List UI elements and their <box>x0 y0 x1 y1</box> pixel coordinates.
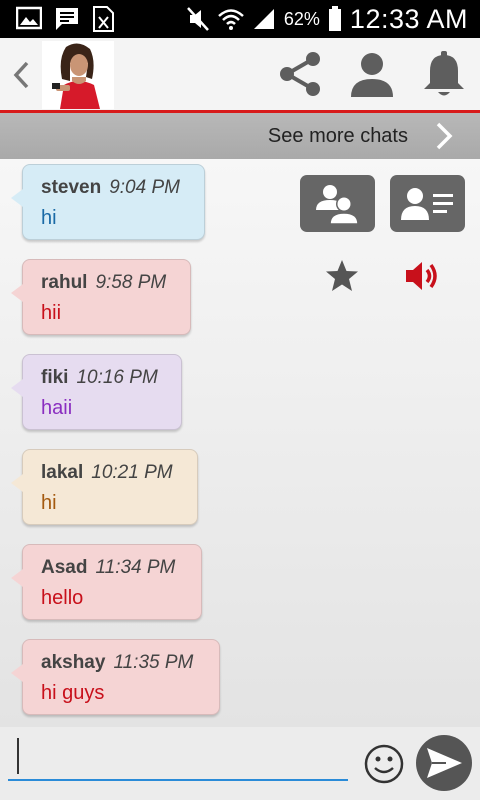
chat-message[interactable]: Asad 11:34 PM hello <box>11 544 202 620</box>
back-button[interactable] <box>8 55 34 95</box>
message-header: akshay 11:35 PM <box>41 652 219 676</box>
text-cursor <box>17 738 19 774</box>
send-button[interactable] <box>416 735 472 791</box>
message-text: hello <box>41 587 84 609</box>
clock: 12:33 AM <box>349 3 468 34</box>
message-header: fiki 10:16 PM <box>41 367 181 391</box>
profile-photo[interactable] <box>42 41 114 109</box>
back-icon <box>13 61 29 89</box>
star-icon <box>326 260 358 291</box>
message-input[interactable] <box>8 737 348 781</box>
group-chat-icon <box>315 184 359 225</box>
message-text: hi guys <box>41 682 105 704</box>
share-button[interactable] <box>270 44 330 104</box>
battery-icon <box>328 6 341 31</box>
sim-icon <box>93 6 114 32</box>
smiley-icon <box>364 744 404 784</box>
status-bar: 62% 12:33 AM <box>0 0 480 38</box>
notifications-button[interactable] <box>414 44 474 104</box>
favorite-button[interactable] <box>320 254 364 298</box>
message-timestamp: 9:04 PM <box>109 177 180 198</box>
contact-card-icon <box>400 187 453 220</box>
message-timestamp: 9:58 PM <box>95 272 167 293</box>
message-timestamp: 10:21 PM <box>91 462 173 483</box>
message-text: haii <box>41 397 73 419</box>
sender-name: akshay <box>41 652 106 673</box>
chat-message[interactable]: akshay 11:35 PM hi guys <box>11 639 220 715</box>
message-text: hi <box>41 207 57 229</box>
message-icon <box>56 8 78 30</box>
chat-message[interactable]: steven 9:04 PM hi <box>11 164 205 240</box>
message-header: Asad 11:34 PM <box>41 557 201 581</box>
message-timestamp: 11:34 PM <box>95 557 176 578</box>
message-timestamp: 11:35 PM <box>113 652 194 673</box>
message-timestamp: 10:16 PM <box>76 367 158 388</box>
signal-icon <box>253 9 274 29</box>
person-icon <box>351 53 393 97</box>
speaker-icon <box>406 262 437 290</box>
message-header: rahul 9:58 PM <box>41 272 190 296</box>
contact-card-button[interactable] <box>390 175 465 232</box>
image-icon <box>16 6 42 30</box>
message-text: hi <box>41 492 57 514</box>
send-icon <box>427 748 462 778</box>
bell-icon <box>424 51 464 96</box>
sender-name: steven <box>41 177 102 198</box>
emoji-button[interactable] <box>363 743 405 785</box>
chat-message[interactable]: lakal 10:21 PM hi <box>11 449 198 525</box>
sender-name: lakal <box>41 462 84 483</box>
sound-toggle[interactable] <box>400 254 444 298</box>
message-header: steven 9:04 PM <box>41 177 204 201</box>
see-more-chats-label: See more chats <box>267 125 408 147</box>
sender-name: rahul <box>41 272 88 293</box>
message-header: lakal 10:21 PM <box>41 462 197 486</box>
wifi-icon <box>218 9 244 30</box>
chat-message[interactable]: fiki 10:16 PM haii <box>11 354 182 430</box>
message-text: hii <box>41 302 62 324</box>
see-more-chats-bar[interactable]: See more chats <box>0 113 480 159</box>
sender-name: fiki <box>41 367 69 388</box>
battery-percent: 62% <box>283 8 320 29</box>
mute-icon <box>186 7 209 31</box>
group-chat-button[interactable] <box>300 175 375 232</box>
profile-button[interactable] <box>342 44 402 104</box>
sender-name: Asad <box>41 557 88 578</box>
chevron-right-icon <box>436 122 453 150</box>
share-icon <box>280 52 320 96</box>
chat-message[interactable]: rahul 9:58 PM hii <box>11 259 191 335</box>
